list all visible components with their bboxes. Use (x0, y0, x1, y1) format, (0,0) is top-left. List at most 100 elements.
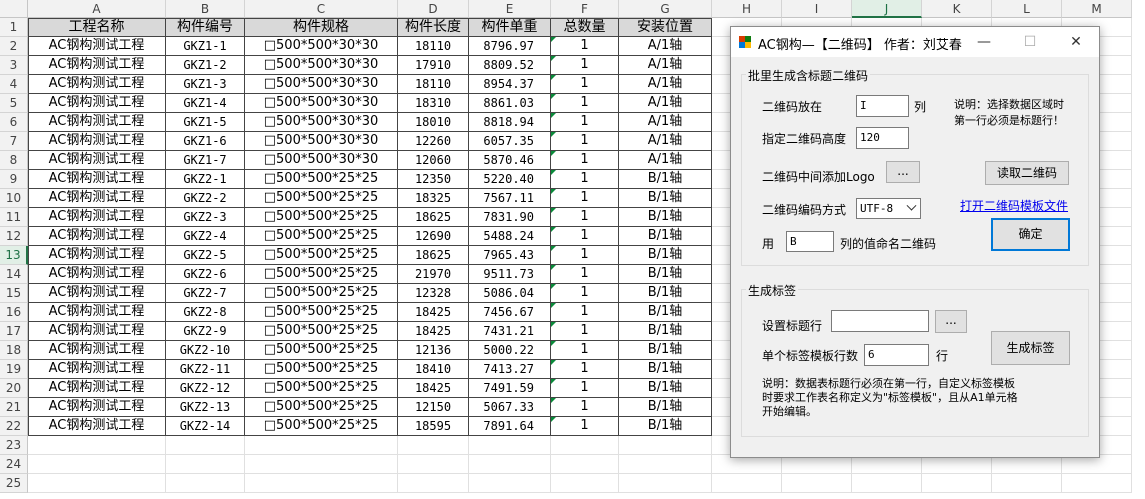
table-cell[interactable]: 1 (551, 398, 619, 417)
empty-cell[interactable] (619, 455, 712, 474)
table-cell[interactable]: 1 (551, 303, 619, 322)
table-header-cell[interactable]: 构件长度 (398, 18, 469, 37)
table-cell[interactable]: 1 (551, 37, 619, 56)
table-cell[interactable]: 12136 (398, 341, 469, 360)
table-cell[interactable]: □500*500*25*25 (245, 189, 398, 208)
table-cell[interactable]: B/1轴 (619, 322, 712, 341)
column-header[interactable]: E (469, 0, 551, 18)
row-header[interactable]: 22 (0, 417, 28, 436)
table-cell[interactable]: GKZ1-1 (166, 37, 245, 56)
empty-cell[interactable] (619, 436, 712, 455)
table-cell[interactable]: □500*500*30*30 (245, 75, 398, 94)
table-cell[interactable]: B/1轴 (619, 341, 712, 360)
table-cell[interactable]: □500*500*30*30 (245, 132, 398, 151)
table-cell[interactable]: 1 (551, 94, 619, 113)
row-header[interactable]: 5 (0, 94, 28, 113)
table-cell[interactable]: 9511.73 (469, 265, 551, 284)
table-cell[interactable]: GKZ2-3 (166, 208, 245, 227)
minimize-button[interactable]: — (961, 27, 1007, 57)
table-cell[interactable]: B/1轴 (619, 189, 712, 208)
title-row-browse-button[interactable]: ... (935, 310, 967, 333)
table-cell[interactable]: A/1轴 (619, 37, 712, 56)
table-cell[interactable]: 1 (551, 56, 619, 75)
empty-cell[interactable] (28, 474, 166, 493)
table-cell[interactable]: □500*500*25*25 (245, 341, 398, 360)
row-header[interactable]: 4 (0, 75, 28, 94)
table-cell[interactable]: □500*500*25*25 (245, 303, 398, 322)
empty-cell[interactable] (619, 474, 712, 493)
table-cell[interactable]: 5488.24 (469, 227, 551, 246)
empty-cell[interactable] (166, 455, 245, 474)
table-cell[interactable]: 18425 (398, 322, 469, 341)
table-cell[interactable]: AC钢构测试工程 (28, 303, 166, 322)
table-cell[interactable]: AC钢构测试工程 (28, 284, 166, 303)
table-cell[interactable]: B/1轴 (619, 398, 712, 417)
table-cell[interactable]: A/1轴 (619, 151, 712, 170)
table-cell[interactable]: 5000.22 (469, 341, 551, 360)
row-header[interactable]: 11 (0, 208, 28, 227)
table-cell[interactable]: GKZ1-2 (166, 56, 245, 75)
table-cell[interactable]: GKZ2-5 (166, 246, 245, 265)
table-cell[interactable]: □500*500*30*30 (245, 94, 398, 113)
template-rows-input[interactable]: 6 (864, 344, 929, 366)
table-cell[interactable]: 7567.11 (469, 189, 551, 208)
column-header[interactable]: M (1062, 0, 1132, 18)
column-header[interactable]: J (852, 0, 922, 18)
table-cell[interactable]: 8796.97 (469, 37, 551, 56)
table-cell[interactable]: B/1轴 (619, 379, 712, 398)
table-cell[interactable]: GKZ2-4 (166, 227, 245, 246)
table-cell[interactable]: 5067.33 (469, 398, 551, 417)
empty-cell[interactable] (1062, 474, 1132, 493)
empty-cell[interactable] (551, 455, 619, 474)
table-cell[interactable]: 1 (551, 151, 619, 170)
table-cell[interactable]: 5870.46 (469, 151, 551, 170)
column-header[interactable]: H (712, 0, 782, 18)
table-cell[interactable]: AC钢构测试工程 (28, 341, 166, 360)
table-cell[interactable]: 18425 (398, 379, 469, 398)
ok-button[interactable]: 确定 (991, 218, 1070, 251)
table-cell[interactable]: □500*500*25*25 (245, 265, 398, 284)
table-cell[interactable]: 7431.21 (469, 322, 551, 341)
table-cell[interactable]: 1 (551, 227, 619, 246)
table-cell[interactable]: 12328 (398, 284, 469, 303)
empty-cell[interactable] (551, 474, 619, 493)
table-cell[interactable]: 12260 (398, 132, 469, 151)
table-cell[interactable]: 1 (551, 360, 619, 379)
table-cell[interactable]: 8809.52 (469, 56, 551, 75)
table-cell[interactable]: 7891.64 (469, 417, 551, 436)
generate-label-button[interactable]: 生成标签 (991, 331, 1070, 365)
empty-cell[interactable] (398, 474, 469, 493)
table-cell[interactable]: AC钢构测试工程 (28, 56, 166, 75)
table-cell[interactable]: 7456.67 (469, 303, 551, 322)
table-cell[interactable]: □500*500*25*25 (245, 284, 398, 303)
table-cell[interactable]: B/1轴 (619, 360, 712, 379)
table-cell[interactable]: 12350 (398, 170, 469, 189)
table-cell[interactable]: AC钢构测试工程 (28, 75, 166, 94)
table-cell[interactable]: B/1轴 (619, 170, 712, 189)
table-cell[interactable]: 17910 (398, 56, 469, 75)
row-header[interactable]: 3 (0, 56, 28, 75)
table-cell[interactable]: AC钢构测试工程 (28, 360, 166, 379)
table-cell[interactable]: AC钢构测试工程 (28, 322, 166, 341)
dialog-title-bar[interactable]: AC钢构—【二维码】 作者：刘艾春 — ☐ ✕ (731, 27, 1099, 57)
table-cell[interactable]: □500*500*25*25 (245, 246, 398, 265)
table-cell[interactable]: GKZ2-8 (166, 303, 245, 322)
table-cell[interactable]: 7831.90 (469, 208, 551, 227)
table-cell[interactable]: B/1轴 (619, 208, 712, 227)
table-cell[interactable]: 18410 (398, 360, 469, 379)
qr-logo-browse-button[interactable]: ... (886, 161, 920, 183)
table-cell[interactable]: B/1轴 (619, 246, 712, 265)
table-cell[interactable]: A/1轴 (619, 113, 712, 132)
table-cell[interactable]: 1 (551, 322, 619, 341)
row-header[interactable]: 24 (0, 455, 28, 474)
table-cell[interactable]: 1 (551, 341, 619, 360)
table-cell[interactable]: 1 (551, 170, 619, 189)
table-cell[interactable]: 18110 (398, 37, 469, 56)
table-cell[interactable]: □500*500*25*25 (245, 360, 398, 379)
empty-cell[interactable] (245, 455, 398, 474)
table-cell[interactable]: A/1轴 (619, 56, 712, 75)
table-cell[interactable]: GKZ2-6 (166, 265, 245, 284)
table-cell[interactable]: 7491.59 (469, 379, 551, 398)
table-cell[interactable]: 5220.40 (469, 170, 551, 189)
row-header[interactable]: 20 (0, 379, 28, 398)
